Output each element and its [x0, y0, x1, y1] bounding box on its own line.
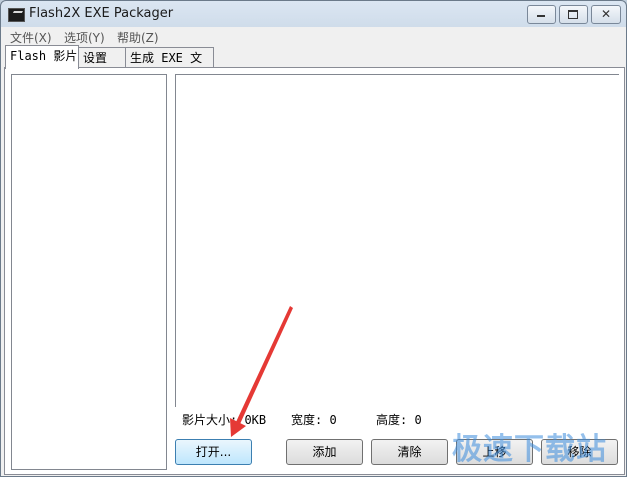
arrow-shaft	[236, 306, 293, 424]
annotation-arrow	[230, 306, 293, 437]
